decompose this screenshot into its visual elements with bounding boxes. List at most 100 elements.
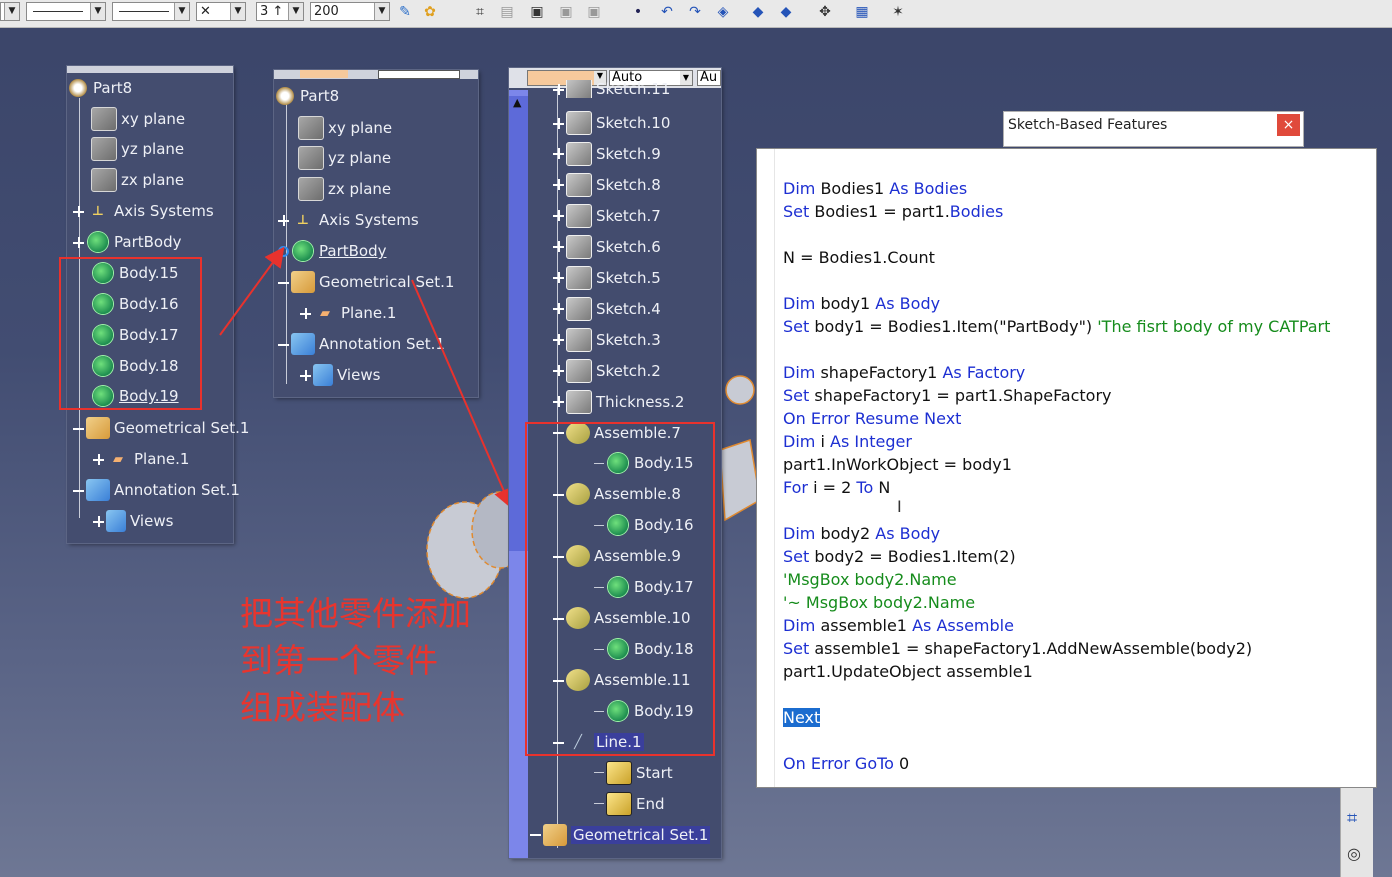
code-line: part1.InWorkObject = body1 bbox=[783, 455, 1012, 474]
code-line: Set Bodies1 = part1.Bodies bbox=[783, 202, 1004, 221]
code-line: For i = 2 To N bbox=[783, 478, 891, 497]
sketch-icon bbox=[566, 327, 592, 352]
code-line: part1.UpdateObject assemble1 bbox=[783, 662, 1033, 681]
code-line: '~ MsgBox body2.Name bbox=[783, 593, 976, 612]
tree-node-sketch-11[interactable]: Sketch.11 bbox=[553, 80, 670, 98]
expand-icon[interactable] bbox=[553, 148, 564, 160]
code-line: On Error GoTo 0 bbox=[783, 754, 910, 773]
tree-node-sketch-2[interactable]: Sketch.2 bbox=[553, 358, 661, 383]
sketch-icon bbox=[566, 111, 592, 135]
right-toolbar: ⌗ ◎ bbox=[1340, 788, 1373, 877]
tree-node-sketch-3[interactable]: Sketch.3 bbox=[553, 327, 661, 352]
point-icon bbox=[606, 760, 632, 785]
code-line: Dim assemble1 As Assemble bbox=[783, 616, 1014, 635]
tree-node-thickness-2[interactable]: Thickness.2 bbox=[553, 389, 685, 414]
node-label: Sketch.9 bbox=[596, 144, 661, 163]
node-label: Thickness.2 bbox=[596, 392, 685, 411]
expand-icon[interactable] bbox=[553, 117, 564, 129]
code-line: Set body2 = Bodies1.Item(2) bbox=[783, 547, 1016, 566]
code-line: Next bbox=[783, 706, 1330, 729]
annotation-line: 组成装配体 bbox=[240, 688, 405, 727]
code-editor[interactable]: Dim Bodies1 As Bodies Set Bodies1 = part1… bbox=[756, 148, 1377, 788]
code-line: Dim body1 As Body bbox=[783, 294, 941, 313]
code-line: Dim i As Integer bbox=[783, 432, 912, 451]
node-label: Start bbox=[636, 763, 673, 782]
tree-node-sketch-10[interactable]: Sketch.10 bbox=[553, 111, 670, 135]
expand-icon[interactable] bbox=[553, 396, 564, 408]
node-label: Sketch.5 bbox=[596, 268, 661, 287]
sketch-icon bbox=[566, 203, 592, 228]
code-line: On Error Resume Next bbox=[783, 409, 962, 428]
annotation-line: 到第一个零件 bbox=[240, 641, 438, 680]
expand-icon[interactable] bbox=[553, 303, 564, 315]
chevron-down-icon: ▼ bbox=[680, 71, 692, 85]
sketch-icon bbox=[566, 358, 592, 383]
node-label: Sketch.6 bbox=[596, 237, 661, 256]
annotation-line: 把其他零件添加 bbox=[240, 594, 471, 633]
sketch-icon bbox=[566, 234, 592, 259]
code-line: Dim shapeFactory1 As Factory bbox=[783, 363, 1026, 382]
node-label: Geometrical Set.1 bbox=[571, 825, 711, 844]
sketch-icon bbox=[566, 172, 592, 197]
node-label: Sketch.3 bbox=[596, 330, 661, 349]
scroll-up-icon[interactable]: ▲ bbox=[513, 96, 521, 109]
expand-icon[interactable] bbox=[553, 334, 564, 346]
tree-connector bbox=[594, 772, 604, 774]
code-line: Dim body2 As Body bbox=[783, 524, 941, 543]
thickness-icon bbox=[566, 389, 592, 414]
sketch-icon bbox=[566, 296, 592, 321]
sketch-icon bbox=[566, 80, 592, 98]
editor-gutter bbox=[757, 149, 775, 787]
sketch-based-features-toolbar: Sketch-Based Features × bbox=[1003, 111, 1304, 147]
point-icon bbox=[606, 791, 632, 816]
tree-node-sketch-8[interactable]: Sketch.8 bbox=[553, 172, 661, 197]
tree-node-sketch-4[interactable]: Sketch.4 bbox=[553, 296, 661, 321]
au-combo[interactable]: Au bbox=[697, 70, 721, 86]
tree-node-sketch-9[interactable]: Sketch.9 bbox=[553, 141, 661, 166]
tree-node-sketch-6[interactable]: Sketch.6 bbox=[553, 234, 661, 259]
highlight-assemble-box bbox=[525, 422, 715, 756]
sketch-icon bbox=[566, 141, 592, 166]
expand-icon[interactable] bbox=[553, 179, 564, 191]
sketch-icon bbox=[566, 265, 592, 290]
code-line: N = Bodies1.Count bbox=[783, 248, 935, 267]
chinese-annotation: 把其他零件添加 到第一个零件 组成装配体 bbox=[240, 590, 471, 731]
node-label: Sketch.10 bbox=[596, 114, 671, 132]
tree-node-sketch-7[interactable]: Sketch.7 bbox=[553, 203, 661, 228]
expand-icon[interactable] bbox=[553, 365, 564, 377]
expand-icon[interactable] bbox=[553, 210, 564, 222]
code-line: Dim Bodies1 As Bodies bbox=[783, 179, 968, 198]
expand-icon[interactable] bbox=[553, 241, 564, 253]
geometrical-set-icon bbox=[543, 823, 567, 846]
target-icon[interactable]: ◎ bbox=[1347, 844, 1361, 863]
node-label: Sketch.11 bbox=[596, 80, 671, 98]
node-label: Sketch.2 bbox=[596, 361, 661, 380]
tree-connector bbox=[594, 803, 604, 805]
code-line: 'MsgBox body2.Name bbox=[783, 570, 957, 589]
dialog-title: Sketch-Based Features bbox=[1008, 117, 1168, 133]
tree-node-start[interactable]: Start bbox=[594, 760, 673, 785]
code-text[interactable]: Dim Bodies1 As Bodies Set Bodies1 = part1… bbox=[783, 177, 1330, 775]
close-icon[interactable]: × bbox=[1277, 114, 1300, 136]
collapse-icon[interactable] bbox=[530, 829, 541, 840]
node-label: End bbox=[636, 794, 665, 813]
node-label: Sketch.4 bbox=[596, 299, 661, 318]
expand-icon[interactable] bbox=[553, 272, 564, 284]
grid-icon[interactable]: ⌗ bbox=[1347, 808, 1357, 829]
node-label: Sketch.8 bbox=[596, 175, 661, 194]
code-line: Set assemble1 = shapeFactory1.AddNewAsse… bbox=[783, 639, 1253, 658]
code-line: Set body1 = Bodies1.Item("PartBody") 'Th… bbox=[783, 317, 1331, 336]
text-cursor-icon: I bbox=[897, 497, 902, 516]
tree-node-sketch-5[interactable]: Sketch.5 bbox=[553, 265, 661, 290]
selected-text[interactable]: Next bbox=[783, 708, 821, 727]
tree-node-geometrical-set-1[interactable]: Geometrical Set.1 bbox=[530, 823, 711, 847]
expand-icon[interactable] bbox=[553, 83, 564, 95]
code-line: Set shapeFactory1 = part1.ShapeFactory bbox=[783, 386, 1112, 405]
tree-node-end[interactable]: End bbox=[594, 791, 665, 816]
